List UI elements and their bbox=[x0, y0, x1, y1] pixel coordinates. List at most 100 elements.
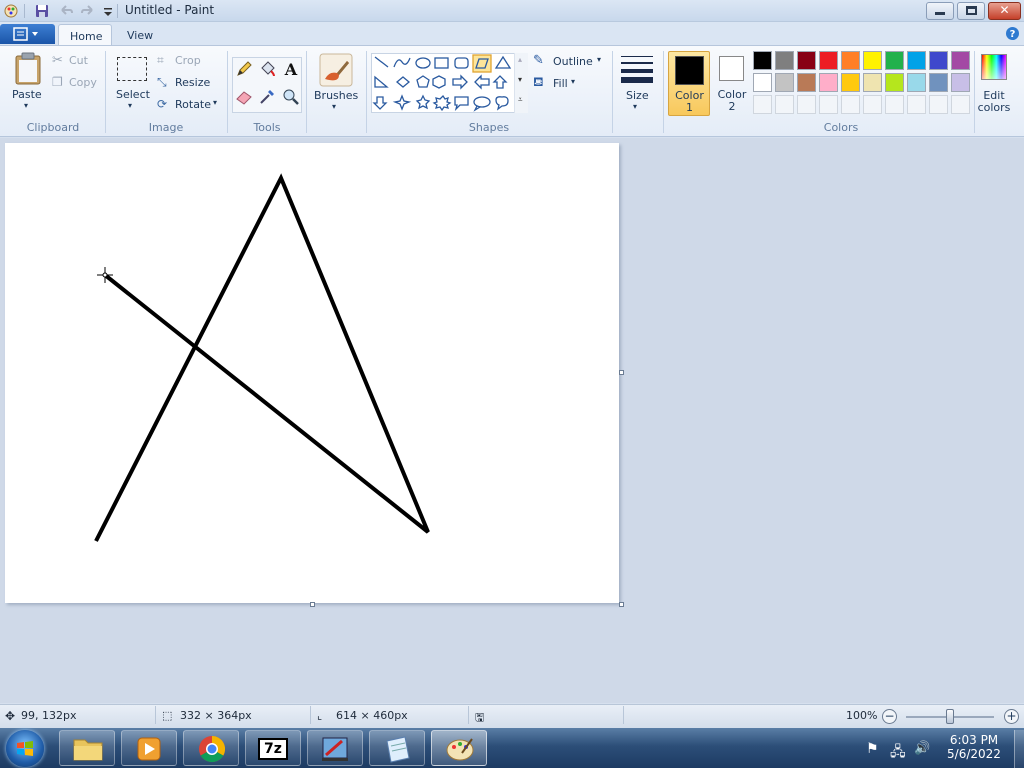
palette-color-swatch[interactable] bbox=[907, 51, 926, 70]
brushes-label: Brushes bbox=[314, 89, 359, 102]
palette-color-swatch[interactable] bbox=[841, 51, 860, 70]
ribbon-separator bbox=[612, 51, 613, 133]
palette-custom-swatch[interactable] bbox=[797, 95, 816, 114]
volume-icon[interactable]: 🔊 bbox=[914, 741, 930, 756]
fill-bucket-icon[interactable] bbox=[257, 59, 277, 79]
palette-color-swatch[interactable] bbox=[797, 73, 816, 92]
taskbar-7zip[interactable]: 7z bbox=[245, 730, 301, 766]
taskbar-explorer[interactable] bbox=[59, 730, 115, 766]
taskbar-media-player[interactable] bbox=[121, 730, 177, 766]
select-button[interactable]: Select ▾ bbox=[113, 53, 151, 115]
palette-color-swatch[interactable] bbox=[819, 51, 838, 70]
restore-button[interactable] bbox=[957, 2, 985, 20]
notepad-icon bbox=[386, 736, 410, 763]
size-button[interactable]: Size ▾ bbox=[617, 53, 657, 115]
paste-label: Paste bbox=[12, 88, 42, 101]
crop-button[interactable]: ⌗ Crop bbox=[157, 53, 217, 69]
canvas-drawing bbox=[94, 173, 430, 542]
folder-icon bbox=[73, 739, 103, 761]
undo-icon[interactable] bbox=[58, 3, 74, 19]
palette-color-swatch[interactable] bbox=[863, 51, 882, 70]
customize-quick-access-icon[interactable] bbox=[100, 3, 116, 19]
close-button[interactable]: ✕ bbox=[988, 2, 1021, 20]
save-icon[interactable] bbox=[34, 3, 50, 19]
color-picker-icon[interactable] bbox=[257, 87, 277, 107]
palette-custom-swatch[interactable] bbox=[819, 95, 838, 114]
resize-handle-right[interactable] bbox=[619, 370, 624, 375]
palette-color-swatch[interactable] bbox=[907, 73, 926, 92]
palette-color-swatch[interactable] bbox=[841, 73, 860, 92]
minimize-button[interactable] bbox=[926, 2, 954, 20]
shapes-gallery[interactable] bbox=[371, 53, 528, 113]
help-icon[interactable]: ? bbox=[1005, 26, 1020, 41]
action-center-icon[interactable]: ⚑ bbox=[866, 741, 879, 757]
palette-custom-swatch[interactable] bbox=[753, 95, 772, 114]
resize-handle-bottom[interactable] bbox=[310, 602, 315, 607]
eraser-icon[interactable] bbox=[234, 87, 254, 107]
zoom-in-button[interactable]: + bbox=[1004, 709, 1019, 724]
palette-color-swatch[interactable] bbox=[929, 73, 948, 92]
palette-color-swatch[interactable] bbox=[753, 73, 772, 92]
resize-handle-corner[interactable] bbox=[619, 602, 624, 607]
palette-color-swatch[interactable] bbox=[885, 51, 904, 70]
palette-custom-swatch[interactable] bbox=[907, 95, 926, 114]
edit-colors-button[interactable]: Edit colors bbox=[976, 51, 1012, 116]
gallery-expand-icon[interactable]: ⩡ bbox=[518, 95, 523, 105]
palette-color-swatch[interactable] bbox=[951, 51, 970, 70]
palette-custom-swatch[interactable] bbox=[951, 95, 970, 114]
tab-view[interactable]: View bbox=[116, 24, 166, 46]
tab-home[interactable]: Home bbox=[58, 24, 112, 46]
shapes-gallery-scroll[interactable]: ▴ ▾ ⩡ bbox=[514, 53, 528, 113]
taskbar-chrome[interactable] bbox=[183, 730, 239, 766]
paste-button[interactable]: Paste ▾ bbox=[8, 52, 48, 116]
clock[interactable]: 6:03 PM 5/6/2022 bbox=[938, 733, 1010, 761]
palette-color-swatch[interactable] bbox=[863, 73, 882, 92]
menu-icon bbox=[13, 27, 38, 41]
rotate-icon: ⟳ bbox=[157, 97, 168, 111]
palette-color-swatch[interactable] bbox=[951, 73, 970, 92]
size-dropdown-icon: ▾ bbox=[633, 102, 638, 111]
paste-dropdown-icon: ▾ bbox=[24, 101, 29, 110]
palette-custom-swatch[interactable] bbox=[863, 95, 882, 114]
pencil-icon[interactable] bbox=[234, 59, 254, 79]
palette-custom-swatch[interactable] bbox=[775, 95, 794, 114]
color2-button[interactable]: Color 2 bbox=[712, 51, 752, 116]
zoom-out-button[interactable]: − bbox=[882, 709, 897, 724]
drawing-canvas[interactable] bbox=[5, 143, 619, 603]
palette-custom-swatch[interactable] bbox=[929, 95, 948, 114]
scroll-down-icon[interactable]: ▾ bbox=[518, 75, 522, 84]
palette-color-swatch[interactable] bbox=[753, 51, 772, 70]
scissors-icon: ✂ bbox=[52, 53, 63, 68]
outline-button[interactable]: ✎ Outline ▾ bbox=[533, 53, 608, 69]
fill-button[interactable]: ⛾ Fill ▾ bbox=[533, 75, 593, 91]
taskbar-paint[interactable] bbox=[431, 730, 487, 766]
palette-color-swatch[interactable] bbox=[775, 51, 794, 70]
copy-button[interactable]: ❐ Copy bbox=[52, 75, 102, 91]
taskbar-app[interactable] bbox=[307, 730, 363, 766]
show-desktop-button[interactable] bbox=[1014, 730, 1024, 768]
rotate-button[interactable]: ⟳ Rotate ▾ bbox=[157, 97, 221, 113]
cut-button[interactable]: ✂ Cut bbox=[52, 53, 102, 69]
color1-button[interactable]: Color 1 bbox=[668, 51, 710, 116]
brushes-button[interactable]: Brushes ▾ bbox=[312, 53, 362, 115]
redo-icon[interactable] bbox=[80, 3, 96, 19]
zoom-slider-thumb[interactable] bbox=[946, 709, 954, 724]
rotate-label: Rotate bbox=[175, 98, 212, 111]
start-button[interactable] bbox=[6, 730, 44, 767]
palette-custom-swatch[interactable] bbox=[841, 95, 860, 114]
network-icon[interactable]: 🖧 bbox=[890, 741, 906, 765]
palette-color-swatch[interactable] bbox=[775, 73, 794, 92]
palette-color-swatch[interactable] bbox=[819, 73, 838, 92]
paint-app-icon[interactable] bbox=[3, 3, 19, 19]
palette-color-swatch[interactable] bbox=[885, 73, 904, 92]
taskbar-notepad[interactable] bbox=[369, 730, 425, 766]
scroll-up-icon[interactable]: ▴ bbox=[518, 55, 522, 64]
magnifier-icon[interactable] bbox=[281, 87, 301, 107]
resize-icon: ⤡ bbox=[157, 75, 167, 89]
resize-button[interactable]: ⤡ Resize bbox=[157, 75, 217, 91]
palette-custom-swatch[interactable] bbox=[885, 95, 904, 114]
paint-menu-button[interactable] bbox=[0, 24, 55, 44]
palette-color-swatch[interactable] bbox=[929, 51, 948, 70]
palette-color-swatch[interactable] bbox=[797, 51, 816, 70]
text-tool-icon[interactable]: A bbox=[281, 59, 301, 79]
